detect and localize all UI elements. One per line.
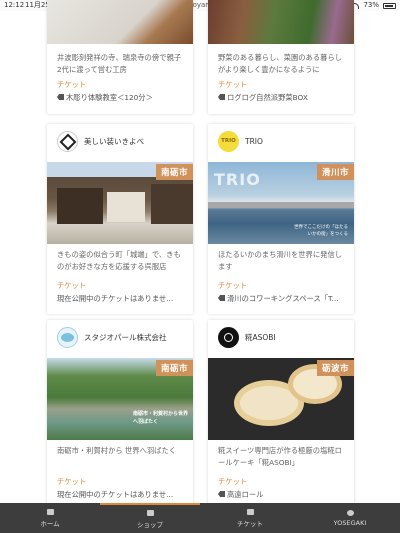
shop-card[interactable]: 野菜のある暮らし、菜園のある暮らしがより楽しく豊かになるように チケット ログロ… <box>208 0 354 114</box>
shop-photo: 砺波市 <box>208 358 354 440</box>
tab-shop[interactable]: ショップ <box>100 503 200 533</box>
ticket-name[interactable]: 木彫り体験教室＜120分＞ <box>57 93 187 103</box>
shop-description: ほたるいかのまち滑川を世界に発信します <box>218 250 343 271</box>
ticket-name[interactable]: 滑川のコワーキングスペース「T... <box>218 294 348 304</box>
shop-name: 美しい装いきよべ <box>84 136 144 146</box>
shop-name: TRIO <box>245 136 263 146</box>
shop-logo: TRIO <box>218 130 239 152</box>
ticket-name[interactable]: 高遠ロール <box>218 490 348 500</box>
shop-icon <box>146 509 154 516</box>
bottom-tab-bar: ホーム ショップ チケット YOSEGAKI <box>0 503 400 533</box>
shop-card[interactable]: 井波彫刻発祥の寺、瑞泉寺の傍で親子2代に渡って営む工房 チケット 木彫り体験教室… <box>47 0 193 114</box>
ticket-label: チケット <box>57 477 87 486</box>
tag-icon <box>218 491 225 497</box>
shop-photo: TRIO 世界でここだけの「ほたるいかの街」をつくる 滑川市 <box>208 162 354 244</box>
shop-description: 糀スイーツ専門店が作る極厳の塩糀ロールケーキ「糀ASOBI」 <box>218 446 342 467</box>
photo-caption: 世界でここだけの「ほたるいかの街」をつくる <box>294 225 348 237</box>
ticket-label: チケット <box>218 80 248 89</box>
shop-card[interactable]: 糀ASOBI 砺波市 糀スイーツ専門店が作る極厳の塩糀ロールケーキ「糀ASOBI… <box>208 320 354 506</box>
shop-photo: 南砺市・利賀村から世界へ羽ばたく 南砺市 <box>47 358 193 440</box>
area-badge: 砺波市 <box>316 360 354 376</box>
battery-percent: 73% <box>363 1 379 9</box>
tab-home[interactable]: ホーム <box>0 503 100 533</box>
ticket-name[interactable]: 現在公開中のチケットはありませ... <box>57 294 187 304</box>
tag-icon <box>218 94 225 100</box>
ticket-label: チケット <box>57 80 87 89</box>
tag-icon <box>57 94 64 100</box>
shop-name: 糀ASOBI <box>245 332 276 342</box>
shop-description: 井波彫刻発祥の寺、瑞泉寺の傍で親子2代に渡って営む工房 <box>57 53 182 74</box>
shop-name: スタジオパール株式会社 <box>84 332 167 342</box>
ticket-label: チケット <box>218 281 248 290</box>
shop-photo <box>208 0 354 44</box>
ticket-label: チケット <box>218 477 248 486</box>
area-badge: 南砺市 <box>155 164 193 180</box>
shop-description: 野菜のある暮らし、菜園のある暮らしがより楽しく豊かになるように <box>218 53 343 74</box>
shop-description: きもの姿の似合う町「城端」で、きものがお好きな方を応援する呉服店 <box>57 250 181 271</box>
shop-card[interactable]: TRIO TRIO TRIO 世界でここだけの「ほたるいかの街」をつくる 滑川市… <box>208 124 354 314</box>
tab-ticket[interactable]: チケット <box>200 503 300 533</box>
shop-description: 南砺市・利賀村から 世界へ羽ばたく <box>57 446 177 455</box>
shop-logo <box>218 326 239 348</box>
home-icon <box>46 508 54 515</box>
ticket-name[interactable]: ログログ自然派野菜BOX <box>218 93 348 103</box>
shop-card[interactable]: 美しい装いきよべ 南砺市 きもの姿の似合う町「城端」で、きものがお好きな方を応援… <box>47 124 193 314</box>
photo-title: TRIO <box>214 170 261 189</box>
chat-icon <box>346 509 354 516</box>
tab-yosegaki[interactable]: YOSEGAKI <box>300 503 400 533</box>
shop-logo <box>57 326 78 348</box>
shop-logo <box>57 130 78 152</box>
shop-card[interactable]: スタジオパール株式会社 南砺市・利賀村から世界へ羽ばたく 南砺市 南砺市・利賀村… <box>47 320 193 506</box>
battery-icon <box>383 2 396 9</box>
ticket-name[interactable]: 現在公開中のチケットはありませ... <box>57 490 187 500</box>
area-badge: 滑川市 <box>316 164 354 180</box>
photo-caption: 南砺市・利賀村から世界へ羽ばたく <box>133 411 189 425</box>
ticket-label: チケット <box>57 281 87 290</box>
shop-photo <box>47 0 193 44</box>
area-badge: 南砺市 <box>155 360 193 376</box>
tag-icon <box>218 295 225 301</box>
ticket-icon <box>246 508 254 515</box>
shop-photo: 南砺市 <box>47 162 193 244</box>
